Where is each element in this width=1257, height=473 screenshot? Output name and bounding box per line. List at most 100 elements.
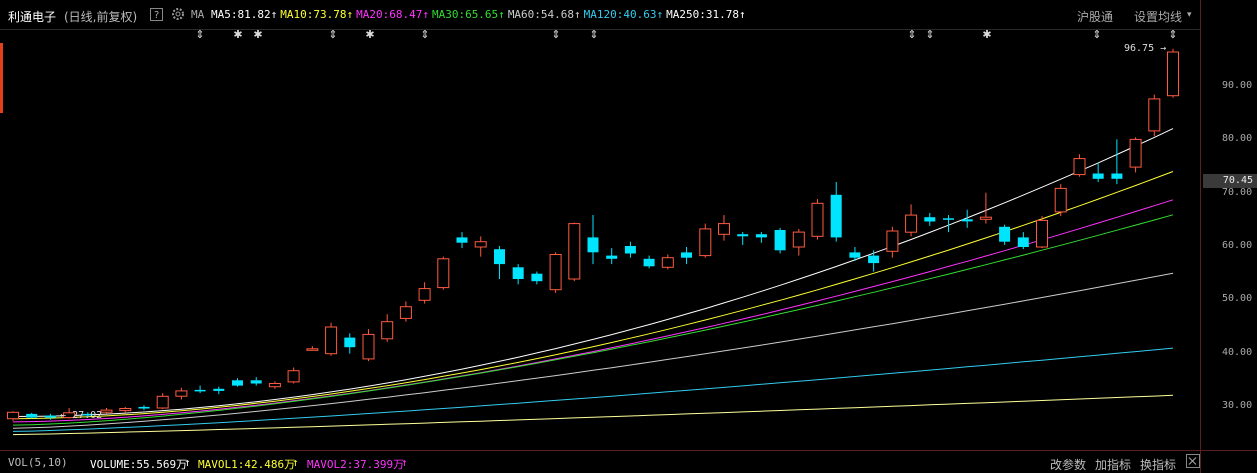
candle-body (661, 257, 674, 268)
mavol2-value: MAVOL2:37.399万 (307, 458, 405, 471)
volume-value: VOLUME:55.569万 (90, 458, 188, 471)
candle-body (849, 252, 861, 258)
candle-body (1148, 98, 1161, 132)
candle-body (886, 230, 899, 252)
candle-body (868, 255, 880, 264)
candle-body (737, 234, 749, 237)
candle-body (755, 234, 767, 238)
event-marker-icon: ✱ (253, 28, 262, 41)
candle-body (1036, 219, 1048, 248)
candle-body (7, 411, 19, 420)
candlestick-chart[interactable]: ⇕ ✱ ✱ ⇕ ✱ ⇕ ⇕ ⇕ ⇕ ⇕ ✱ ⇕ ⇕ (0, 0, 1200, 450)
up-arrow-icon: ↑ (292, 456, 299, 469)
y-tick: 60.00 (1222, 240, 1253, 251)
event-marker-icon: ⇕ (1092, 28, 1101, 41)
candle-body (943, 218, 954, 220)
candle-body (381, 321, 394, 340)
candle-body (587, 237, 599, 253)
candle-body (905, 214, 918, 233)
high-price-value: 96.75 (1124, 43, 1155, 54)
candle-body (156, 395, 169, 409)
candle-body (774, 230, 786, 251)
candle-body (1111, 173, 1123, 179)
candle-body (531, 273, 543, 282)
up-arrow-icon: ↑ (401, 456, 408, 469)
candle-body (1092, 173, 1104, 179)
candle-body (549, 254, 562, 291)
candle-body (456, 237, 468, 243)
right-arrow-icon: → (1160, 43, 1167, 54)
candle-body (979, 216, 992, 220)
candle-body (1073, 158, 1086, 176)
candle-body (494, 249, 505, 265)
candle-body (119, 408, 132, 412)
candle-body (643, 258, 655, 267)
left-arrow-icon: ← (60, 410, 67, 421)
candle-body (811, 202, 824, 237)
stock-chart-window: 利通电子 (日线,前复权) ? MA MA5:81.82↑ MA10:73.78↑… (0, 0, 1257, 473)
vol-title[interactable]: VOL(5,10) (8, 456, 68, 469)
candle-body (474, 241, 487, 248)
candle-body (175, 390, 188, 397)
candle-body (568, 223, 581, 280)
candle-body (306, 348, 319, 351)
ma-line-ma60 (12, 272, 1174, 429)
close-icon[interactable] (1186, 454, 1200, 468)
ma-line-ma250 (12, 394, 1174, 436)
y-tick: 90.00 (1222, 80, 1253, 91)
candle-body (718, 223, 730, 235)
event-marker-icon: ⇕ (551, 28, 560, 41)
event-marker-icon: ⇕ (420, 28, 429, 41)
event-marker-icon: ⇕ (925, 28, 934, 41)
switch-indicator-button[interactable]: 换指标 (1140, 456, 1176, 473)
candle-body (268, 383, 281, 388)
event-marker-icon: ✱ (982, 28, 991, 41)
y-tick: 70.00 (1222, 187, 1253, 198)
y-tick: 50.00 (1222, 293, 1253, 304)
candle-body (399, 306, 412, 319)
candle-body (44, 415, 56, 418)
candle-body (213, 388, 225, 391)
candle-body (606, 255, 618, 259)
event-marker-icon: ⇕ (907, 28, 916, 41)
candle-body (1167, 51, 1179, 97)
mavol1-value: MAVOL1:42.486万 (198, 458, 296, 471)
low-price-value: 27.02 (72, 410, 103, 421)
up-arrow-icon: ↑ (184, 456, 191, 469)
candle-body (681, 252, 692, 258)
current-price-tag: 70.45 (1203, 174, 1257, 188)
y-tick: 30.00 (1222, 400, 1253, 411)
candle-body (999, 226, 1011, 242)
candle-body (924, 217, 936, 222)
event-marker-icon: ⇕ (589, 28, 598, 41)
add-indicator-button[interactable]: 加指标 (1095, 456, 1131, 473)
event-marker-icon: ✱ (233, 28, 242, 41)
candle-body (250, 380, 262, 384)
candle-body (287, 370, 300, 383)
event-marker-icon: ⇕ (1168, 28, 1177, 41)
candle-body (26, 413, 38, 418)
ma-line-ma5 (12, 128, 1174, 417)
candle-body (100, 409, 113, 413)
y-tick: 80.00 (1222, 133, 1253, 144)
ma-line-ma10 (12, 171, 1174, 420)
candle-body (961, 219, 973, 222)
edit-params-button[interactable]: 改参数 (1050, 456, 1086, 473)
candle-body (344, 337, 356, 348)
candle-body (699, 228, 712, 257)
high-price-label: 96.75 → (1124, 43, 1166, 54)
candle-body (232, 380, 243, 386)
candle-body (1129, 138, 1142, 168)
volume-bar: VOL(5,10) VOLUME:55.569万 ↑ MAVOL1:42.486… (0, 450, 1257, 473)
candle-body (1017, 237, 1029, 247)
low-price-label: ← 27.02 (60, 410, 102, 421)
candle-body (437, 258, 450, 289)
candle-body (624, 246, 636, 254)
candle-body (325, 326, 338, 355)
event-marker-icon: ✱ (365, 28, 374, 41)
candle-body (194, 389, 206, 392)
candle-body (138, 406, 150, 409)
ma-line-ma120 (12, 347, 1174, 432)
candle-body (418, 288, 431, 301)
event-marker-icon: ⇕ (328, 28, 337, 41)
